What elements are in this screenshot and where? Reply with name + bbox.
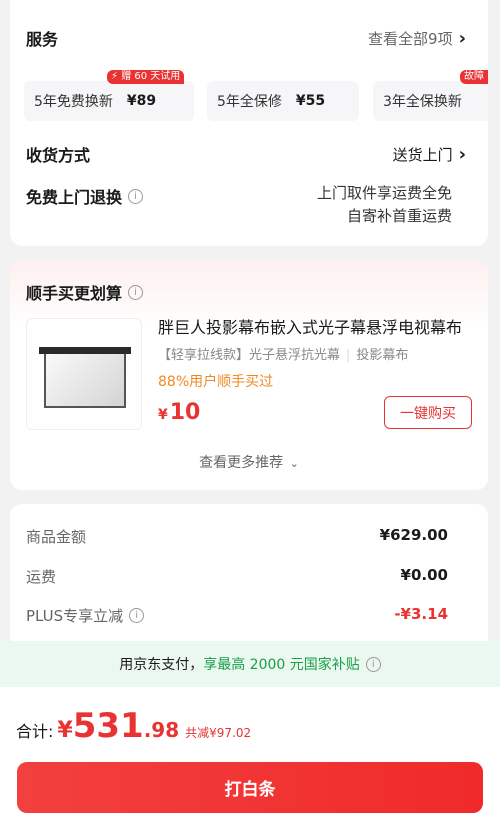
projector-screen-housing xyxy=(39,347,131,354)
combo-title: 顺手买更划算 xyxy=(26,284,123,303)
price-currency: ¥ xyxy=(158,407,168,423)
total-currency: ¥ xyxy=(57,718,73,743)
returns-note-line2: 自寄补首重运费 xyxy=(346,207,452,225)
subsidy-prefix: 用京东支付， xyxy=(119,657,204,673)
fault-badge: 故障 xyxy=(460,70,488,84)
price-value: 10 xyxy=(169,400,201,425)
summary-label: 商品金额 xyxy=(26,528,87,546)
service-chip-5yr-replace[interactable]: 5年免费换新 ¥89 xyxy=(24,81,194,121)
total-decimal: .98 xyxy=(143,718,180,742)
projector-screen-cloth xyxy=(44,354,126,408)
product-price: ¥10 xyxy=(158,400,200,425)
summary-label: PLUS专享立减 xyxy=(26,607,124,625)
info-icon[interactable]: i xyxy=(129,608,145,623)
services-card: 服务 查看全部9项 › 5年免费换新 ¥89 5年全保修 ¥55 3年全保换新 … xyxy=(10,0,488,246)
services-view-all[interactable]: 查看全部9项 xyxy=(368,28,453,49)
product-bought-rate: 88%用户顺手买过 xyxy=(158,374,274,390)
subsidy-highlight: 享最高 2000 元国家补贴 xyxy=(203,657,360,673)
subsidy-banner[interactable]: 用京东支付， 享最高 2000 元国家补贴 i xyxy=(0,641,500,687)
tag-separator: | xyxy=(346,348,351,363)
more-recommendations-link[interactable]: 查看更多推荐 ⌄ xyxy=(10,452,488,472)
total-amount: 合计: ¥ 531 .98 共减¥97.02 xyxy=(16,706,251,746)
service-chip-price: ¥89 xyxy=(126,93,157,109)
summary-label: 运费 xyxy=(26,568,57,586)
summary-row-goods: 商品金额 ¥629.00 xyxy=(26,526,448,547)
service-chip-3yr-replace[interactable]: 3年全保换新 xyxy=(373,81,488,121)
trial-badge: ⚡ 赠 60 天试用 xyxy=(107,70,185,84)
product-tag: 【轻享拉线款】光子悬浮抗光幕 xyxy=(158,348,341,363)
summary-value: ¥629.00 xyxy=(379,526,448,544)
product-tags: 【轻享拉线款】光子悬浮抗光幕 | 投影幕布 xyxy=(158,344,408,363)
total-saving: 共减¥97.02 xyxy=(185,726,252,740)
chevron-right-icon: › xyxy=(458,27,466,49)
service-chip-label: 5年免费换新 xyxy=(34,94,113,110)
more-recommendations-label: 查看更多推荐 xyxy=(199,455,284,471)
total-label: 合计: xyxy=(16,722,54,741)
product-title[interactable]: 胖巨人投影幕布嵌入式光子幕悬浮电视幕布 xyxy=(158,314,468,338)
returns-label: 免费上门退换 xyxy=(26,188,123,207)
checkout-footer: 合计: ¥ 531 .98 共减¥97.02 打白条 xyxy=(0,687,500,833)
delivery-row[interactable]: 收货方式 送货上门 › xyxy=(26,142,466,166)
delivery-label: 收货方式 xyxy=(26,146,91,165)
service-chip-price: ¥55 xyxy=(295,93,326,109)
info-icon[interactable]: i xyxy=(128,188,144,204)
price-summary-card: 商品金额 ¥629.00 运费 ¥0.00 PLUS专享立减 i -¥3.14 xyxy=(10,504,488,664)
product-image[interactable] xyxy=(26,318,142,430)
combo-header: 顺手买更划算 i xyxy=(26,280,466,304)
services-chip-list[interactable]: 5年免费换新 ¥89 5年全保修 ¥55 3年全保换新 xyxy=(24,79,488,121)
pay-button[interactable]: 打白条 xyxy=(17,762,483,813)
services-title: 服务 xyxy=(26,30,59,49)
product-tag: 投影幕布 xyxy=(356,348,409,363)
summary-row-plus-discount: PLUS专享立减 i -¥3.14 xyxy=(26,605,448,626)
chevron-down-icon: ⌄ xyxy=(289,457,299,470)
service-chip-5yr-warranty[interactable]: 5年全保修 ¥55 xyxy=(207,81,359,121)
services-header[interactable]: 服务 查看全部9项 › xyxy=(26,26,466,50)
one-click-buy-button[interactable]: 一键购买 xyxy=(384,396,472,429)
info-icon[interactable]: i xyxy=(365,656,381,672)
returns-note-line1: 上门取件享运费全免 xyxy=(316,184,452,202)
service-chip-label: 5年全保修 xyxy=(217,94,282,110)
summary-row-shipping: 运费 ¥0.00 xyxy=(26,566,448,587)
total-integer: 531 xyxy=(72,706,144,746)
service-chip-label: 3年全保换新 xyxy=(383,94,462,110)
chevron-right-icon: › xyxy=(458,143,466,165)
summary-value: -¥3.14 xyxy=(394,605,448,623)
info-icon[interactable]: i xyxy=(128,284,144,300)
returns-note: 上门取件享运费全免 自寄补首重运费 xyxy=(317,182,452,228)
summary-value: ¥0.00 xyxy=(400,566,448,584)
delivery-value: 送货上门 xyxy=(392,145,453,164)
combo-card: 顺手买更划算 i 胖巨人投影幕布嵌入式光子幕悬浮电视幕布 【轻享拉线款】光子悬浮… xyxy=(10,260,488,490)
